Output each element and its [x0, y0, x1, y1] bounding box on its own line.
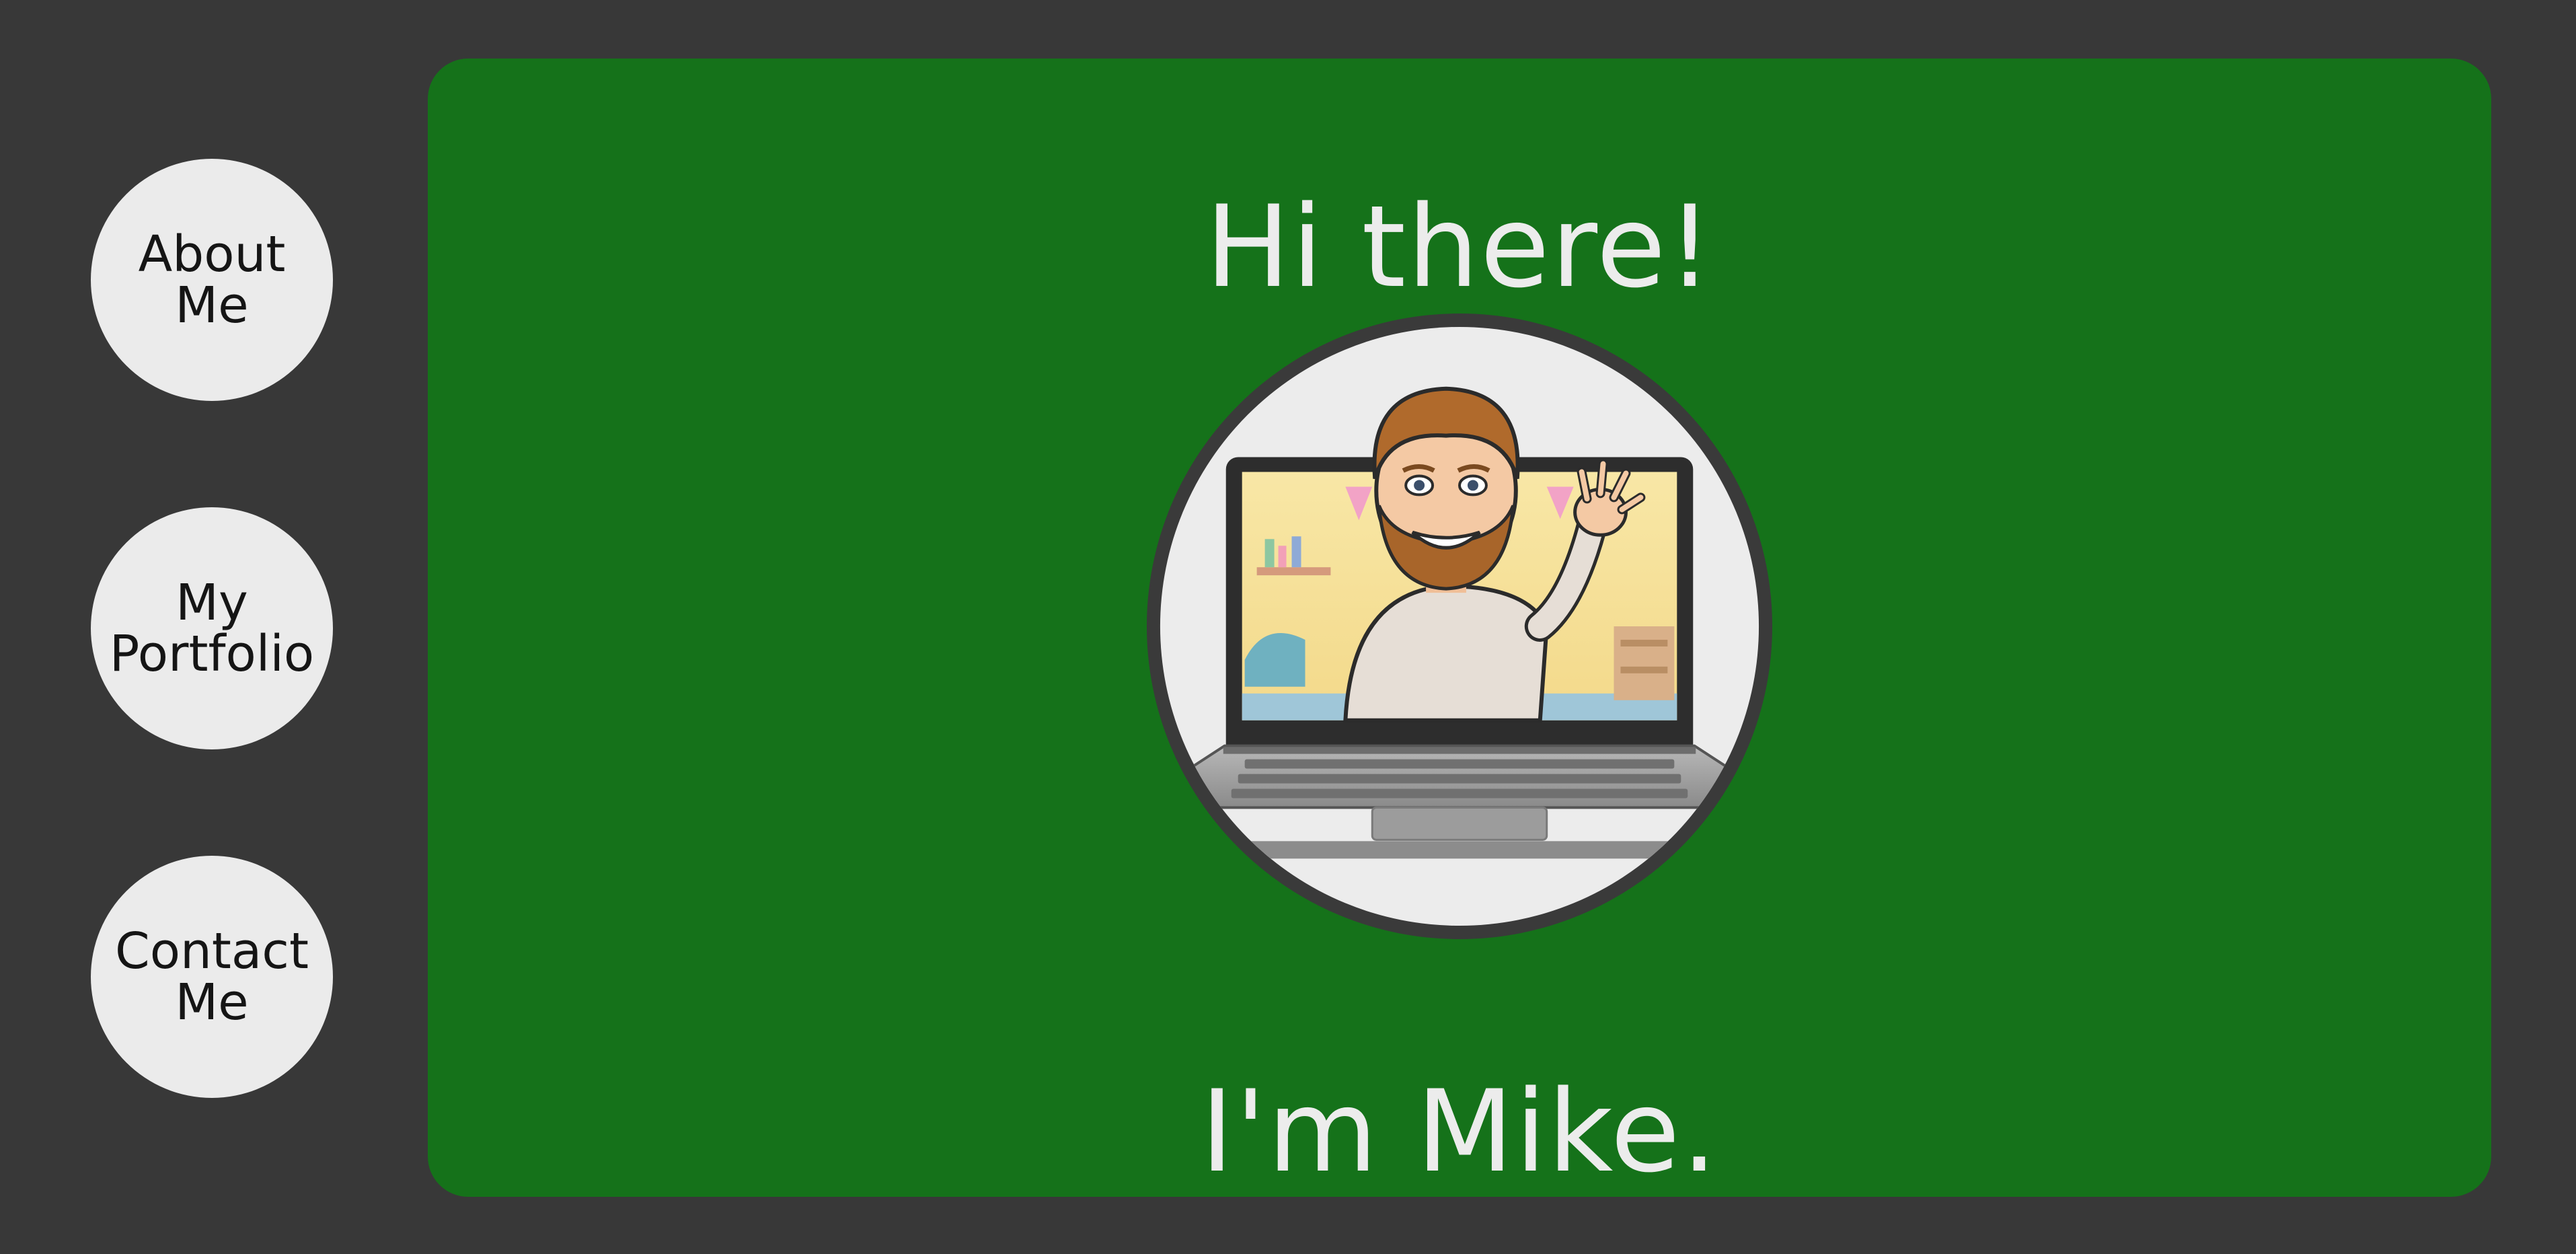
intro-heading: I'm Mike. [1200, 1066, 1719, 1197]
my-portfolio-button[interactable]: My Portfolio [91, 507, 333, 749]
hero-panel: Hi there! I'm Mike. [428, 59, 2491, 1197]
about-me-button[interactable]: About Me [91, 159, 333, 401]
avatar-image [1146, 313, 1773, 940]
my-portfolio-label: My Portfolio [109, 574, 315, 683]
about-me-label: About Me [138, 225, 286, 334]
contact-me-label: Contact Me [115, 922, 309, 1031]
greeting-heading: Hi there! [1205, 181, 1714, 313]
contact-me-button[interactable]: Contact Me [91, 856, 333, 1098]
